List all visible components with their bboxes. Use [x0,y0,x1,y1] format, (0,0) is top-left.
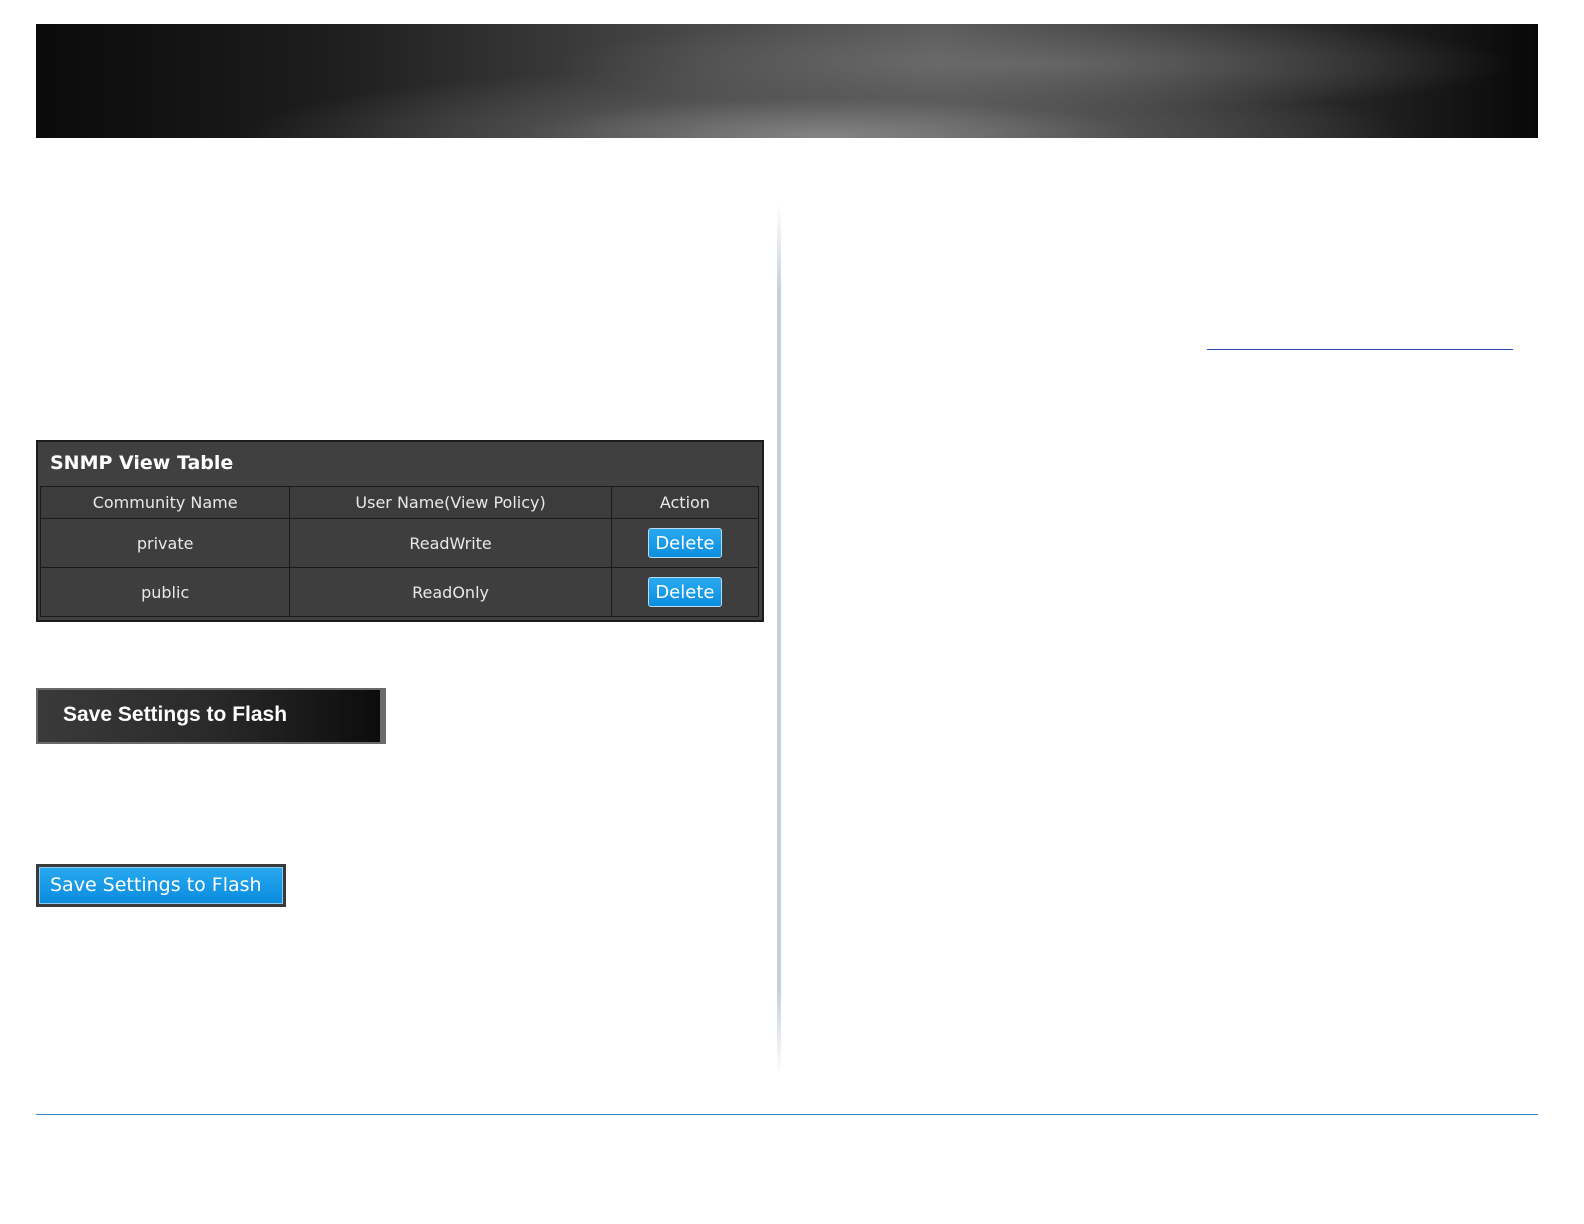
column-header-user-name: User Name(View Policy) [289,486,612,519]
community-name-cell: private [39,518,291,568]
community-name-cell: public [39,567,291,617]
header-banner [36,24,1538,138]
save-settings-to-flash-button[interactable]: Save Settings to Flash [39,867,283,904]
footer-divider [36,1114,1538,1115]
snmp-view-table-title: SNMP View Table [50,452,234,474]
save-settings-to-flash-menu-button[interactable]: Save Settings to Flash [36,688,386,744]
action-cell: Delete [610,567,760,617]
column-header-community-name: Community Name [39,486,291,519]
snmp-view-table-panel: SNMP View Table Community Name User Name… [36,440,764,622]
action-cell: Delete [610,518,760,568]
delete-button[interactable]: Delete [647,528,722,558]
delete-button[interactable]: Delete [647,577,722,607]
table-header-row: Community Name User Name(View Policy) Ac… [39,486,760,519]
snmp-view-table: Community Name User Name(View Policy) Ac… [39,486,760,617]
table-row: private ReadWrite Delete [39,518,760,568]
user-name-cell: ReadOnly [289,567,612,617]
user-name-cell: ReadWrite [289,518,612,568]
column-divider [777,205,781,1075]
save-settings-to-flash-button-frame: Save Settings to Flash [36,864,286,907]
table-row: public ReadOnly Delete [39,567,760,617]
hyperlink-underline[interactable] [1207,349,1513,350]
column-header-action: Action [610,486,760,519]
